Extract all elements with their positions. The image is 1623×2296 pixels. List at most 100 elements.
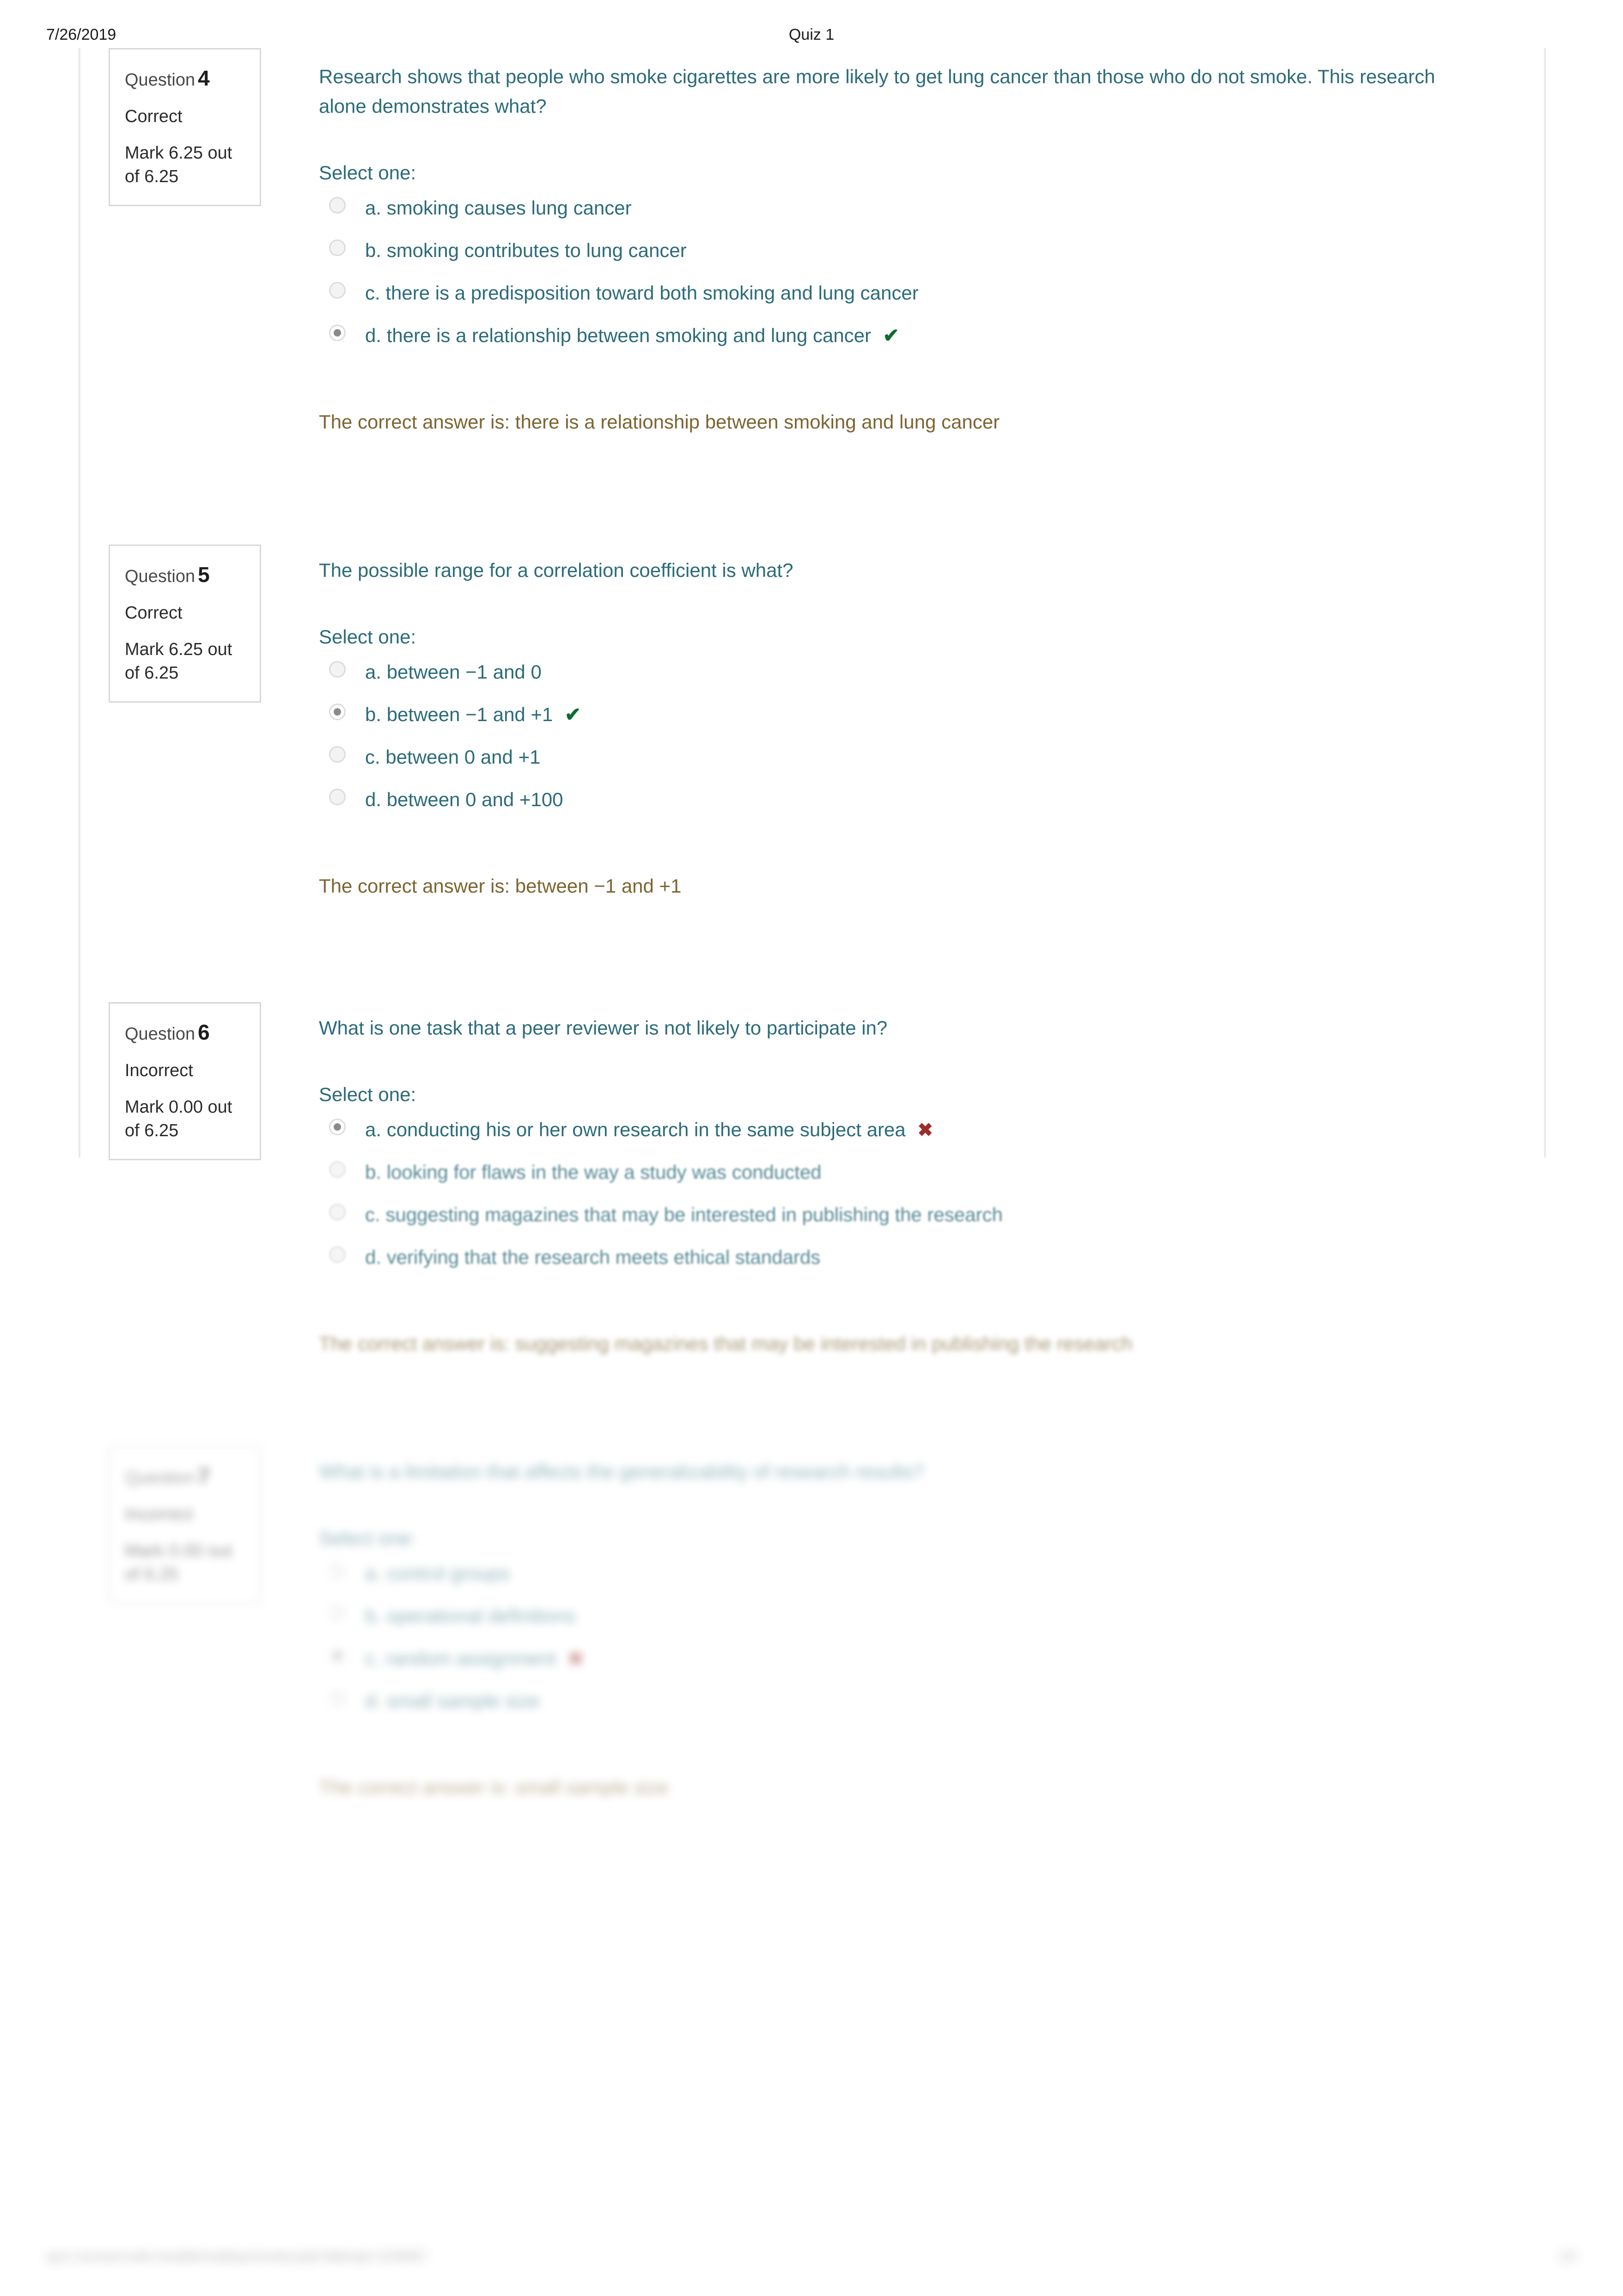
answer-label-7b: b. operational definitions	[365, 1604, 576, 1627]
question-state-4: Correct	[125, 106, 183, 126]
question-number-value: 6	[198, 1020, 210, 1044]
answer-label-5b: b. between −1 and +1	[365, 703, 553, 725]
answer-option-4b[interactable]: b. smoking contributes to lung cancer	[319, 238, 1520, 264]
answer-label-4c: c. there is a predisposition toward both…	[365, 282, 919, 304]
radio-icon-7b[interactable]	[329, 1604, 346, 1622]
question-word-label: Question	[125, 567, 195, 586]
quiz-review-page: 7/26/2019 Quiz 1 Question 4 Correct Mark …	[0, 0, 1623, 2296]
incorrect-cross-icon-7c: ✖	[567, 1648, 584, 1669]
answer-label-7d: d. small sample size	[365, 1690, 540, 1712]
answer-list-7: a. control groups b. operational definit…	[319, 1561, 1520, 1715]
radio-icon-7c[interactable]	[329, 1647, 346, 1664]
question-number-4: Question 4	[125, 65, 246, 92]
question-word-label: Question	[125, 1468, 195, 1488]
answer-option-4d[interactable]: d. there is a relationship between smoki…	[319, 323, 1520, 349]
question-word-label: Question	[125, 70, 195, 90]
correct-check-icon-5b: ✔	[565, 703, 581, 725]
incorrect-cross-icon-6a: ✖	[917, 1120, 933, 1140]
answer-list-6: a. conducting his or her own research in…	[319, 1117, 1520, 1271]
answer-option-4c[interactable]: c. there is a predisposition toward both…	[319, 280, 1520, 307]
answer-label-7a: a. control groups	[365, 1562, 510, 1584]
radio-icon-6d[interactable]	[329, 1246, 346, 1263]
answer-option-6d[interactable]: d. verifying that the research meets eth…	[319, 1244, 1520, 1271]
radio-icon-5a[interactable]	[329, 661, 346, 678]
question-grade-7: Mark 0.00 out of 6.25	[125, 1541, 232, 1585]
answer-label-7c: c. random assignment	[365, 1647, 556, 1669]
answer-list-5: a. between −1 and 0 b. between −1 and +1…	[319, 659, 1520, 814]
radio-icon-6c[interactable]	[329, 1203, 346, 1220]
question-number-6: Question 6	[125, 1019, 246, 1046]
correct-check-icon-4d: ✔	[883, 324, 899, 346]
question-number-7: Question 7	[125, 1463, 246, 1490]
answer-option-5b[interactable]: b. between −1 and +1 ✔	[319, 702, 1520, 729]
select-one-label-4: Select one:	[319, 161, 416, 184]
radio-icon-5b[interactable]	[329, 703, 346, 720]
question-state-6: Incorrect	[125, 1060, 193, 1080]
question-text-5: The possible range for a correlation coe…	[319, 559, 793, 581]
question-number-5: Question 5	[125, 562, 246, 588]
radio-icon-6b[interactable]	[329, 1161, 346, 1178]
question-text-4: Research shows that people who smoke cig…	[319, 66, 1435, 117]
radio-icon-7a[interactable]	[329, 1562, 346, 1579]
answer-option-7a[interactable]: a. control groups	[319, 1561, 1520, 1587]
answer-option-7b[interactable]: b. operational definitions	[319, 1603, 1520, 1630]
answer-option-6b[interactable]: b. looking for flaws in the way a study …	[319, 1159, 1520, 1186]
answer-label-6c: c. suggesting magazines that may be inte…	[365, 1203, 1003, 1225]
question-feedback-7: The correct answer is: small sample size	[319, 1776, 669, 1798]
radio-icon-4b[interactable]	[329, 239, 346, 256]
footer-url: quiz.coursera.web.moodle/mod/quiz/review…	[46, 2249, 427, 2263]
question-number-value: 5	[198, 563, 210, 587]
answer-option-6a[interactable]: a. conducting his or her own research in…	[319, 1117, 1520, 1144]
answer-label-5a: a. between −1 and 0	[365, 661, 542, 683]
question-body-7: What is a limitation that affects the ge…	[319, 1457, 1520, 1801]
radio-icon-4c[interactable]	[329, 282, 346, 299]
question-grade-5: Mark 6.25 out of 6.25	[125, 640, 232, 683]
answer-option-4a[interactable]: a. smoking causes lung cancer	[319, 195, 1520, 222]
question-grade-6: Mark 0.00 out of 6.25	[125, 1097, 232, 1141]
answer-option-5c[interactable]: c. between 0 and +1	[319, 744, 1520, 771]
answer-option-7d[interactable]: d. small sample size	[319, 1688, 1520, 1715]
answer-option-7c[interactable]: c. random assignment ✖	[319, 1646, 1520, 1672]
question-text-6: What is one task that a peer reviewer is…	[319, 1017, 888, 1039]
radio-icon-7d[interactable]	[329, 1690, 346, 1707]
answer-label-5c: c. between 0 and +1	[365, 746, 541, 768]
answer-option-6c[interactable]: c. suggesting magazines that may be inte…	[319, 1202, 1520, 1229]
select-one-label-5: Select one:	[319, 625, 416, 648]
answer-option-5a[interactable]: a. between −1 and 0	[319, 659, 1520, 686]
print-title: Quiz 1	[788, 26, 835, 43]
radio-icon-5d[interactable]	[329, 788, 346, 805]
question-info-box-7: Question 7 Incorrect Mark 0.00 out of 6.2…	[109, 1446, 261, 1604]
question-info-box-5: Question 5 Correct Mark 6.25 out of 6.25	[109, 545, 261, 703]
answer-option-5d[interactable]: d. between 0 and +100	[319, 787, 1520, 814]
question-number-value: 7	[198, 1464, 210, 1488]
question-feedback-4: The correct answer is: there is a relati…	[319, 410, 1000, 433]
question-info-box-4: Question 4 Correct Mark 6.25 out of 6.25	[109, 48, 261, 206]
answer-list-4: a. smoking causes lung cancer b. smoking…	[319, 195, 1520, 349]
footer-page-number: 1/2	[1559, 2249, 1577, 2263]
print-footer: quiz.coursera.web.moodle/mod/quiz/review…	[0, 2249, 1623, 2277]
radio-icon-5c[interactable]	[329, 746, 346, 763]
question-info-box-6: Question 6 Incorrect Mark 0.00 out of 6.2…	[109, 1002, 261, 1160]
question-word-label: Question	[125, 1024, 195, 1044]
answer-label-4b: b. smoking contributes to lung cancer	[365, 239, 687, 261]
question-number-value: 4	[198, 66, 210, 90]
answer-label-6d: d. verifying that the research meets eth…	[365, 1246, 821, 1268]
question-body-6: What is one task that a peer reviewer is…	[319, 1013, 1520, 1358]
question-feedback-6: The correct answer is: suggesting magazi…	[319, 1332, 1133, 1354]
answer-label-6a: a. conducting his or her own research in…	[365, 1118, 906, 1140]
radio-icon-4d[interactable]	[329, 324, 346, 341]
question-body-5: The possible range for a correlation coe…	[319, 556, 1520, 900]
select-one-label-7: Select one:	[319, 1527, 416, 1549]
answer-label-5d: d. between 0 and +100	[365, 788, 563, 810]
select-one-label-6: Select one:	[319, 1083, 416, 1105]
question-state-5: Correct	[125, 603, 183, 623]
answer-label-6b: b. looking for flaws in the way a study …	[365, 1161, 822, 1183]
question-grade-4: Mark 6.25 out of 6.25	[125, 143, 232, 187]
answer-label-4d: d. there is a relationship between smoki…	[365, 324, 871, 346]
question-text-7: What is a limitation that affects the ge…	[319, 1461, 924, 1482]
question-feedback-5: The correct answer is: between −1 and +1	[319, 875, 682, 897]
radio-icon-6a[interactable]	[329, 1118, 346, 1135]
answer-label-4a: a. smoking causes lung cancer	[365, 196, 632, 219]
question-state-7: Incorrect	[125, 1504, 193, 1524]
radio-icon-4a[interactable]	[329, 196, 346, 214]
